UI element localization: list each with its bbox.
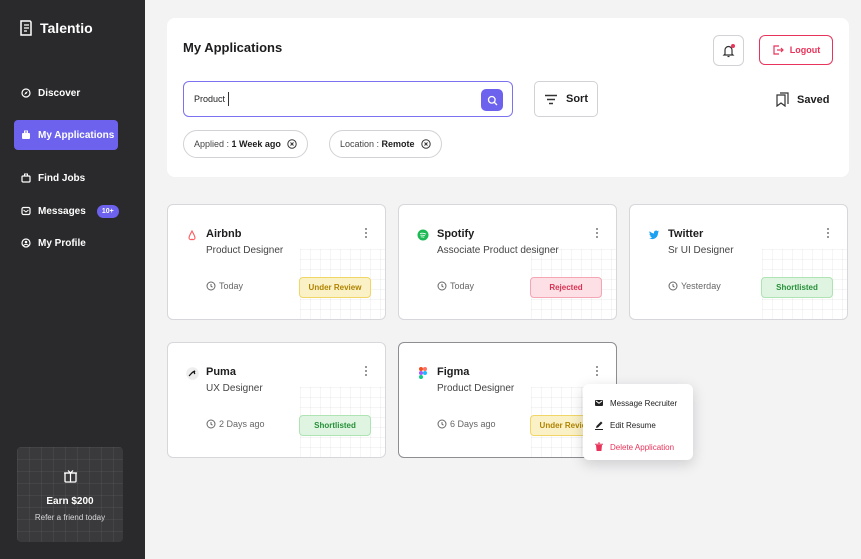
close-circle-icon[interactable] xyxy=(420,139,431,149)
text-cursor xyxy=(228,92,230,106)
more-options-icon[interactable] xyxy=(593,366,601,378)
menu-item-delete-application[interactable]: Delete Application xyxy=(583,436,693,458)
referral-card[interactable]: Earn $200 Refer a friend today xyxy=(17,447,123,542)
status-badge: Rejected xyxy=(530,277,602,298)
clock-icon xyxy=(206,281,216,291)
menu-item-delete-label: Delete Application xyxy=(610,442,675,452)
applied-time: Yesterday xyxy=(668,281,721,291)
application-card-airbnb[interactable]: Airbnb Product Designer Today Under Revi… xyxy=(167,204,386,320)
status-badge: Shortlisted xyxy=(299,415,371,436)
puma-logo-icon xyxy=(185,366,199,380)
nav-messages[interactable]: Messages 10+ xyxy=(14,196,119,226)
nav-my-applications[interactable]: My Applications xyxy=(14,120,118,150)
message-icon xyxy=(21,206,31,216)
notifications-button[interactable] xyxy=(713,35,744,66)
document-icon xyxy=(20,20,32,36)
search-value: Product xyxy=(194,94,226,104)
search-input[interactable]: Product xyxy=(183,81,513,117)
compass-icon xyxy=(21,88,31,98)
company-name: Airbnb xyxy=(206,228,242,240)
briefcase-outline-icon xyxy=(21,173,31,183)
saved-label: Saved xyxy=(797,93,830,106)
status-badge: Shortlisted xyxy=(761,277,833,298)
application-card-twitter[interactable]: Twitter Sr UI Designer Yesterday Shortli… xyxy=(629,204,848,320)
referral-title: Earn $200 xyxy=(46,496,94,507)
applied-time: Today xyxy=(437,281,474,291)
applied-time: 6 Days ago xyxy=(437,419,496,429)
nav-discover[interactable]: Discover xyxy=(14,78,118,108)
spotify-logo-icon xyxy=(416,228,430,242)
search-button[interactable] xyxy=(481,89,503,111)
sidebar: Talentio Discover My Applications Find J… xyxy=(0,0,145,559)
briefcase-icon xyxy=(22,130,30,139)
filter-chip-location[interactable]: Location : Remote xyxy=(329,130,442,158)
sort-button[interactable]: Sort xyxy=(534,81,598,117)
nav-my-profile-label: My Profile xyxy=(38,237,86,249)
clock-icon xyxy=(668,281,678,291)
mail-icon xyxy=(595,400,603,406)
sort-lines-icon xyxy=(545,94,557,104)
brand-name: Talentio xyxy=(40,20,93,36)
nav-my-applications-label: My Applications xyxy=(38,129,115,141)
job-role: Associate Product designer xyxy=(437,245,559,256)
twitter-logo-icon xyxy=(647,228,661,242)
company-name: Twitter xyxy=(668,228,704,240)
status-badge: Under Review xyxy=(299,277,371,298)
nav-discover-label: Discover xyxy=(38,87,81,99)
card-options-menu: Message Recruiter Edit Resume Delete App… xyxy=(583,384,693,460)
airbnb-logo-icon xyxy=(185,228,199,242)
company-name: Spotify xyxy=(437,228,475,240)
more-options-icon[interactable] xyxy=(362,366,370,378)
menu-item-edit-label: Edit Resume xyxy=(610,420,656,430)
clock-icon xyxy=(437,419,447,429)
pencil-icon xyxy=(595,421,603,430)
nav-my-profile[interactable]: My Profile xyxy=(14,228,118,258)
nav-messages-label: Messages xyxy=(38,205,86,217)
notification-dot xyxy=(731,44,735,48)
company-name: Puma xyxy=(206,366,236,378)
more-options-icon[interactable] xyxy=(593,228,601,240)
job-role: Product Designer xyxy=(437,383,515,394)
menu-item-edit-resume[interactable]: Edit Resume xyxy=(583,414,693,436)
menu-item-message-recruiter[interactable]: Message Recruiter xyxy=(583,392,693,414)
application-card-puma[interactable]: Puma UX Designer 2 Days ago Shortlisted xyxy=(167,342,386,458)
close-circle-icon[interactable] xyxy=(287,139,297,149)
filter-chip-applied[interactable]: Applied : 1 Week ago xyxy=(183,130,308,158)
job-role: Product Designer xyxy=(206,245,284,256)
search-icon xyxy=(487,95,497,105)
saved-button[interactable]: Saved xyxy=(775,92,829,107)
clock-icon xyxy=(437,281,447,291)
messages-badge: 10+ xyxy=(96,204,119,218)
filter-chip-applied-text: Applied : 1 Week ago xyxy=(194,139,281,149)
referral-subtitle: Refer a friend today xyxy=(34,513,106,522)
menu-item-message-label: Message Recruiter xyxy=(610,398,678,408)
company-name: Figma xyxy=(437,366,470,378)
sort-label: Sort xyxy=(566,93,588,105)
bookmarks-icon xyxy=(776,92,789,107)
clock-icon xyxy=(206,419,216,429)
nav-find-jobs-label: Find Jobs xyxy=(38,172,86,184)
gift-icon xyxy=(63,470,77,483)
logout-label: Logout xyxy=(789,45,821,55)
job-role: Sr UI Designer xyxy=(668,245,734,256)
logout-button[interactable]: Logout xyxy=(759,35,833,65)
brand-logo[interactable]: Talentio xyxy=(19,20,93,36)
page-title: My Applications xyxy=(183,40,283,55)
more-options-icon[interactable] xyxy=(824,228,832,240)
filter-chip-location-text: Location : Remote xyxy=(340,139,415,149)
user-icon xyxy=(21,238,31,248)
applied-time: Today xyxy=(206,281,243,291)
trash-icon xyxy=(595,442,603,451)
application-card-spotify[interactable]: Spotify Associate Product designer Today… xyxy=(398,204,617,320)
logout-icon xyxy=(773,45,784,55)
nav-find-jobs[interactable]: Find Jobs xyxy=(14,163,118,193)
applications-header-panel: My Applications Logout Product Sort Save… xyxy=(167,18,849,177)
job-role: UX Designer xyxy=(206,383,263,394)
more-options-icon[interactable] xyxy=(362,228,370,240)
figma-logo-icon xyxy=(416,366,430,380)
applied-time: 2 Days ago xyxy=(206,419,265,429)
